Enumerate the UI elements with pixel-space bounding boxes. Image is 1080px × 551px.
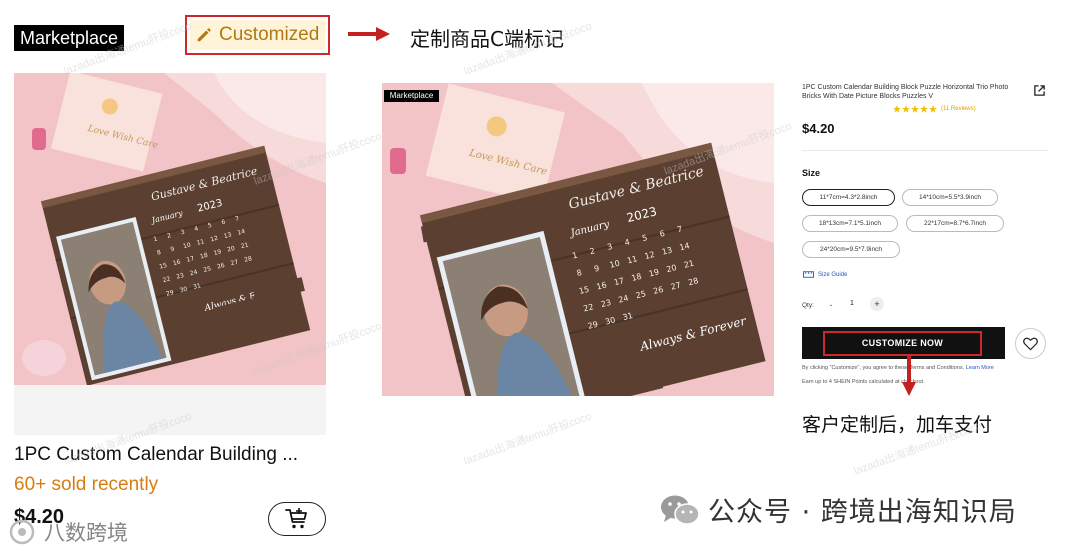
ruler-icon [803, 271, 814, 278]
arrow-down-icon [902, 356, 916, 396]
star-icon [920, 105, 928, 113]
wechat-watermark: 公众号 · 跨境出海知识局 [660, 490, 1017, 529]
rating-stars[interactable]: (11 Reviews) [893, 105, 976, 113]
wechat-icon [661, 495, 700, 525]
star-icon [929, 105, 937, 113]
product-image-left[interactable]: Love Wish Care Gustave & Beatrice 2023 J… [14, 73, 326, 385]
customized-badge: Customized [190, 20, 325, 50]
watermark-bottom-left: 八数跨境 [8, 517, 128, 547]
divider [802, 150, 1048, 151]
wishlist-button[interactable] [1015, 328, 1046, 359]
star-icon [893, 105, 901, 113]
watermark-bottom-text: 八数跨境 [44, 521, 128, 545]
qty-label: Qty: [802, 302, 814, 309]
qty-decrement-button[interactable]: - [825, 299, 837, 311]
detail-price: $4.20 [802, 121, 835, 136]
qty-value[interactable]: 1 [850, 300, 854, 307]
size-label: Size [802, 168, 821, 178]
size-option-3[interactable]: 18*13cm=7.1*5.1inch [802, 215, 898, 232]
learn-more-link[interactable]: Learn More [966, 365, 994, 371]
heart-icon [1023, 337, 1038, 350]
detail-title: 1PC Custom Calendar Building Block Puzzl… [802, 84, 1009, 100]
tiled-watermark: lazada出海通temu肝投coco [462, 410, 594, 468]
add-to-cart-button[interactable] [268, 502, 326, 536]
pencil-icon [197, 28, 211, 42]
share-icon[interactable] [1033, 84, 1046, 97]
wechat-account-text: 公众号 · 跨境出海知识局 [708, 497, 1017, 528]
star-icon [911, 105, 919, 113]
brand-logo-icon [9, 519, 35, 545]
customized-label: Customized [219, 24, 320, 45]
product-image-right[interactable]: Love Wish Care Gustave & Beatrice 2023 J… [382, 83, 774, 396]
arrow-right-icon [348, 27, 390, 41]
qty-increment-button[interactable]: + [870, 297, 884, 311]
reviews-link[interactable]: (11 Reviews) [941, 106, 976, 112]
product-title[interactable]: 1PC Custom Calendar Building ... [14, 444, 326, 466]
size-option-4[interactable]: 22*17cm=8.7*6.7inch [906, 215, 1004, 232]
star-icon [902, 105, 910, 113]
cart-add-icon [285, 508, 307, 529]
marketplace-tag-small: Marketplace [384, 90, 439, 102]
size-option-1[interactable]: 11*7cm=4.3*2.8inch [802, 189, 895, 206]
sold-count: 60+ sold recently [14, 474, 159, 495]
size-guide-link[interactable]: Size Guide [803, 271, 847, 278]
customize-now-label: CUSTOMIZE NOW [823, 331, 982, 356]
size-guide-label: Size Guide [818, 271, 848, 278]
size-option-2[interactable]: 14*10cm=5.5*3.9inch [902, 189, 998, 206]
terms-text: By clicking "Customize", you agree to th… [802, 365, 994, 371]
size-option-5[interactable]: 24*20cm=9.5*7.9inch [802, 241, 900, 258]
